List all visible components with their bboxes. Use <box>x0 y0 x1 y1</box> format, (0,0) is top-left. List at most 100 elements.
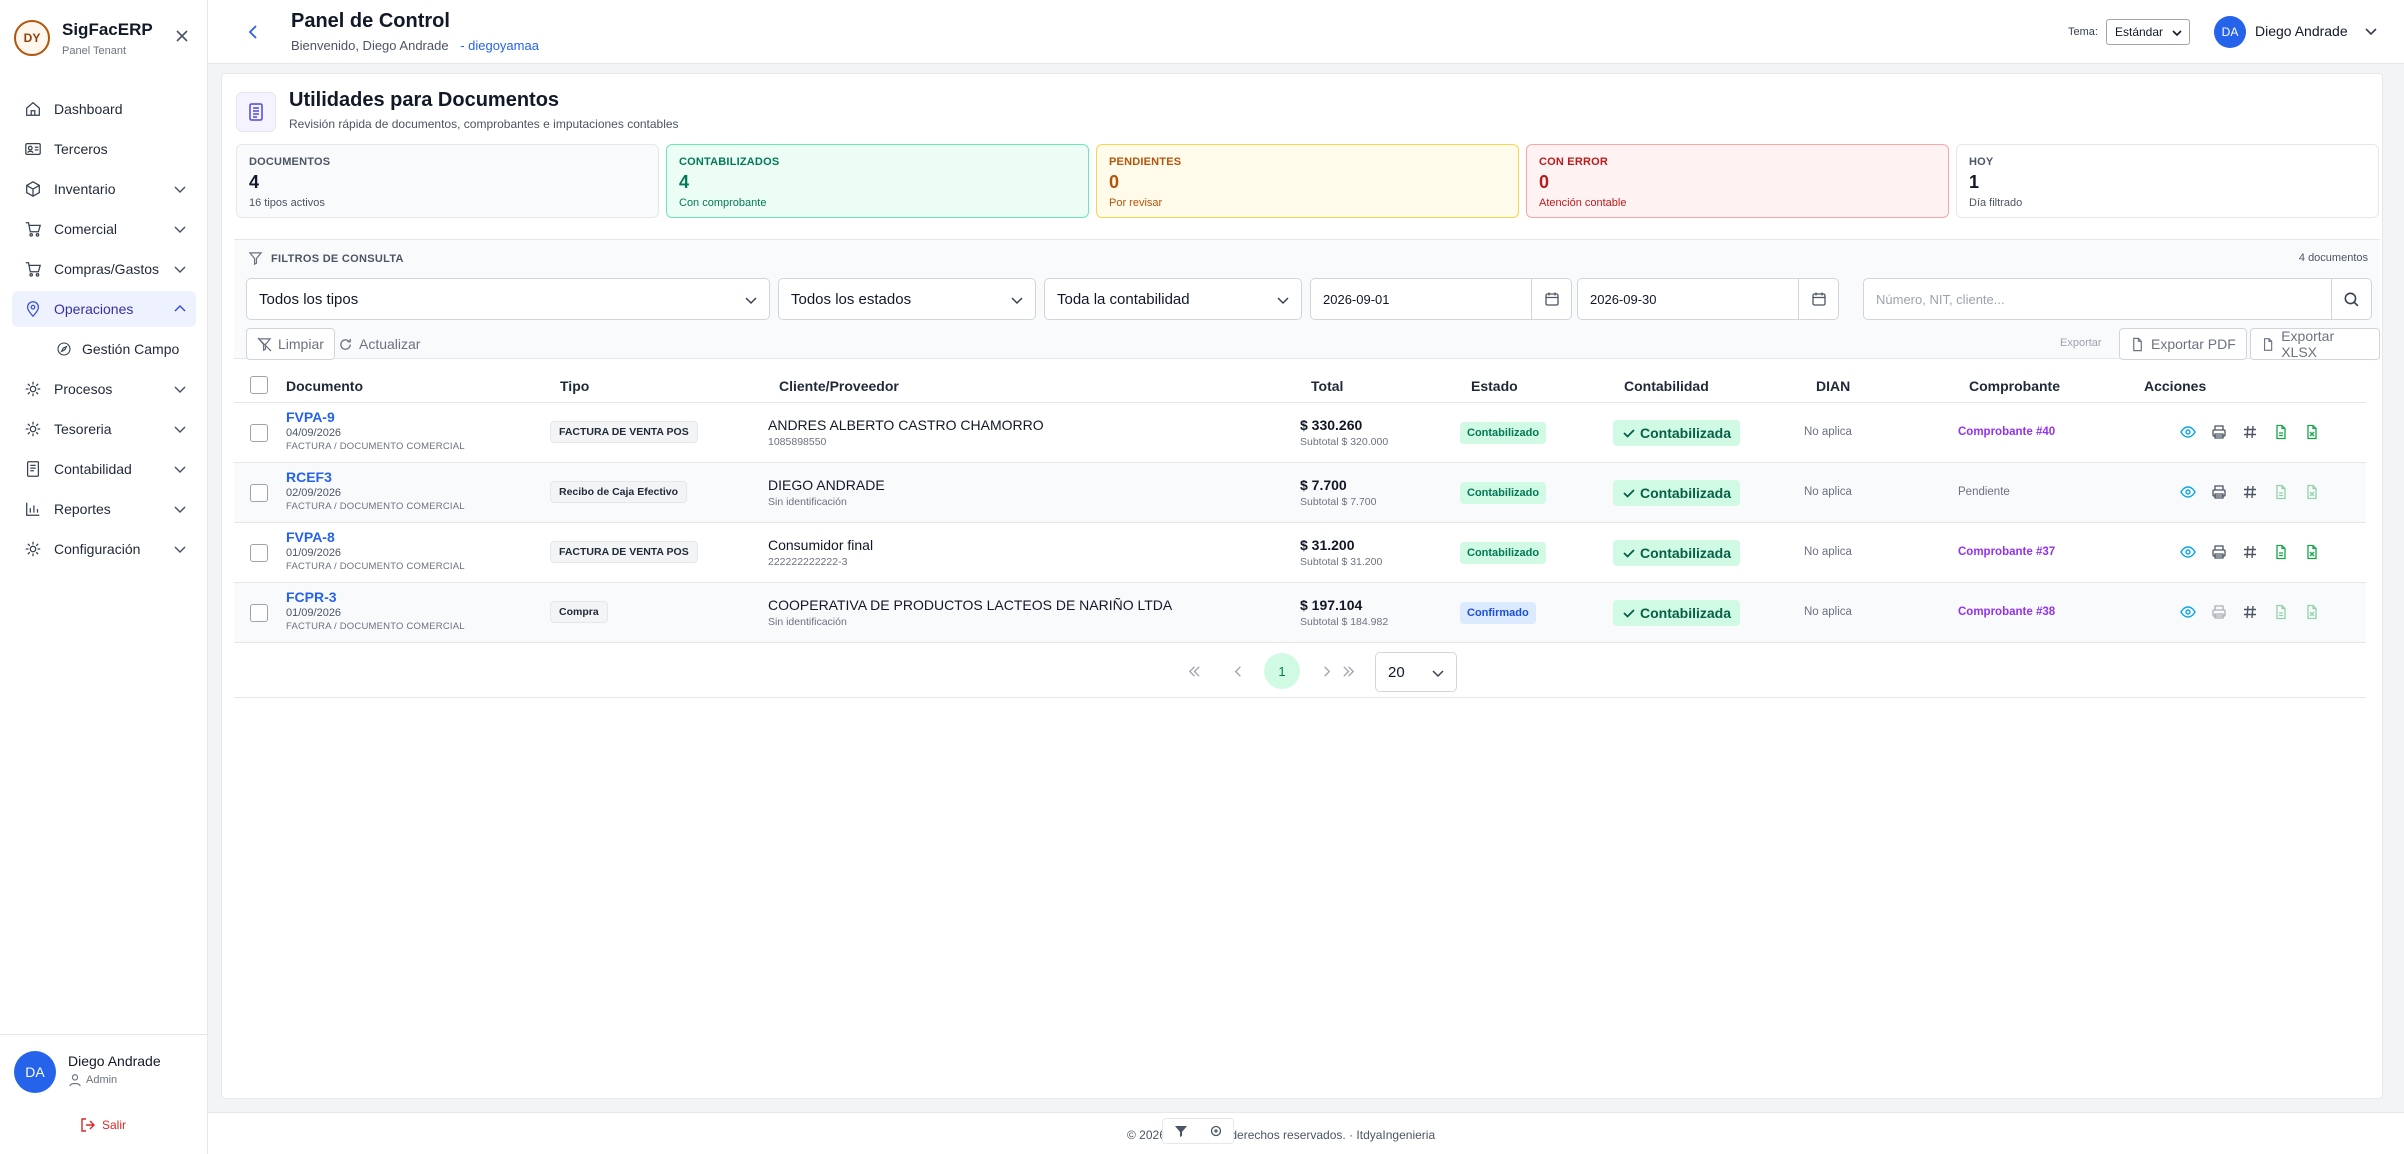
sidebar-item-label: Configuración <box>54 541 141 557</box>
clear-filters-button[interactable]: Limpiar <box>246 328 335 360</box>
document-date: 01/09/2026 <box>286 607 342 619</box>
sidebar-item-terceros[interactable]: Terceros <box>12 131 196 167</box>
row-checkbox[interactable] <box>250 424 268 442</box>
theme-select[interactable]: Estándar <box>2106 19 2190 45</box>
user-menu-name[interactable]: Diego Andrade <box>2255 23 2348 39</box>
table-row[interactable]: FVPA-9 04/09/2026 FACTURA / DOCUMENTO CO… <box>234 403 2366 463</box>
first-page-icon[interactable] <box>1176 653 1212 689</box>
hash-icon[interactable] <box>2242 544 2260 562</box>
xlsx-file-icon[interactable] <box>2304 424 2322 442</box>
table-row[interactable]: FCPR-3 01/09/2026 FACTURA / DOCUMENTO CO… <box>234 583 2366 643</box>
avatar[interactable]: DA <box>14 1051 56 1093</box>
close-sidebar-icon[interactable] <box>172 26 192 46</box>
row-actions <box>2180 544 2317 562</box>
document-number-link[interactable]: RCEF3 <box>286 469 332 485</box>
document-number-link[interactable]: FCPR-3 <box>286 589 337 605</box>
sidebar-item-contabilidad[interactable]: Contabilidad <box>12 451 196 487</box>
hash-icon[interactable] <box>2242 484 2260 502</box>
view-icon[interactable] <box>2180 424 2198 442</box>
calendar-icon[interactable] <box>1798 279 1838 319</box>
row-checkbox[interactable] <box>250 604 268 622</box>
estado-select[interactable]: Todos los estados <box>778 278 1036 320</box>
document-number-link[interactable]: FVPA-9 <box>286 409 335 425</box>
date-from-field[interactable]: 2026-09-01 <box>1310 278 1572 320</box>
hash-icon[interactable] <box>2242 604 2260 622</box>
tipo-select[interactable]: Todos los tipos <box>246 278 770 320</box>
sidebar-item-dashboard[interactable]: Dashboard <box>12 91 196 127</box>
sidebar-item-label: Operaciones <box>54 301 134 317</box>
column-header-documento[interactable]: Documento <box>286 378 363 394</box>
pdf-file-icon[interactable] <box>2273 544 2291 562</box>
pdf-file-icon[interactable] <box>2273 604 2291 622</box>
refresh-button[interactable]: Actualizar <box>328 328 430 360</box>
last-page-icon[interactable] <box>1330 653 1366 689</box>
client-name: ANDRES ALBERTO CASTRO CHAMORRO <box>768 417 1044 433</box>
calendar-icon[interactable] <box>1531 279 1571 319</box>
column-header-cliente[interactable]: Cliente/Proveedor <box>779 378 899 394</box>
hash-icon[interactable] <box>2242 424 2260 442</box>
sidebar-item-operaciones[interactable]: Operaciones <box>12 291 196 327</box>
search-button[interactable] <box>2331 279 2371 319</box>
row-checkbox[interactable] <box>250 484 268 502</box>
export-pdf-button[interactable]: Exportar PDF <box>2119 328 2247 360</box>
sidebar-item-compras-gastos[interactable]: Compras/Gastos <box>12 251 196 287</box>
sidebar-item-label: Contabilidad <box>54 461 132 477</box>
page-size-select[interactable]: 20 <box>1375 652 1457 692</box>
pdf-file-icon[interactable] <box>2273 424 2291 442</box>
floating-toolbar <box>1162 1118 1234 1144</box>
contabilidad-select[interactable]: Toda la contabilidad <box>1044 278 1302 320</box>
filter-off-icon <box>257 337 272 351</box>
select-all-checkbox[interactable] <box>250 376 268 394</box>
sidebar-item-tesoreria[interactable]: Tesoreria <box>12 411 196 447</box>
sidebar-item-comercial[interactable]: Comercial <box>12 211 196 247</box>
prev-page-icon[interactable] <box>1220 653 1256 689</box>
print-icon[interactable] <box>2211 424 2229 442</box>
print-icon[interactable] <box>2211 604 2229 622</box>
table-row[interactable]: FVPA-8 01/09/2026 FACTURA / DOCUMENTO CO… <box>234 523 2366 583</box>
stat-desc: Con comprobante <box>679 197 767 209</box>
date-to-field[interactable]: 2026-09-30 <box>1577 278 1839 320</box>
chevron-down-icon[interactable] <box>2362 22 2380 40</box>
column-header-comprobante[interactable]: Comprobante <box>1969 378 2060 394</box>
column-header-contabilidad[interactable]: Contabilidad <box>1624 378 1709 394</box>
view-icon[interactable] <box>2180 544 2198 562</box>
print-icon[interactable] <box>2211 544 2229 562</box>
table-row[interactable]: RCEF3 02/09/2026 FACTURA / DOCUMENTO COM… <box>234 463 2366 523</box>
column-header-estado[interactable]: Estado <box>1471 378 1518 394</box>
pdf-file-icon[interactable] <box>2273 484 2291 502</box>
search-input[interactable]: Número, NIT, cliente... <box>1863 278 2372 320</box>
page-number-current[interactable]: 1 <box>1264 653 1300 689</box>
document-number-link[interactable]: FVPA-8 <box>286 529 335 545</box>
column-header-dian[interactable]: DIAN <box>1816 378 1850 394</box>
column-header-tipo[interactable]: Tipo <box>560 378 589 394</box>
xlsx-file-icon[interactable] <box>2304 484 2322 502</box>
sidebar-item-gestion-campo[interactable]: Gestión Campo <box>12 331 196 367</box>
username-link[interactable]: - diegoyamaa <box>460 38 539 53</box>
sidebar-item-procesos[interactable]: Procesos <box>12 371 196 407</box>
chevron-down-icon <box>172 421 188 437</box>
dian-status: No aplica <box>1804 486 1852 498</box>
print-icon[interactable] <box>2211 484 2229 502</box>
xlsx-file-icon[interactable] <box>2304 544 2322 562</box>
xlsx-file-icon[interactable] <box>2304 604 2322 622</box>
accounting-badge-label: Contabilizada <box>1640 425 1732 441</box>
avatar[interactable]: DA <box>2214 16 2246 48</box>
column-header-total[interactable]: Total <box>1311 378 1343 394</box>
back-icon[interactable] <box>244 22 264 42</box>
view-icon[interactable] <box>2180 484 2198 502</box>
funnel-icon[interactable] <box>1174 1124 1188 1138</box>
logout-button[interactable]: Salir <box>80 1117 126 1133</box>
view-icon[interactable] <box>2180 604 2198 622</box>
voucher-link[interactable]: Comprobante #38 <box>1958 606 2055 618</box>
voucher-link[interactable]: Comprobante #40 <box>1958 426 2055 438</box>
check-icon <box>1623 609 1635 618</box>
dian-status: No aplica <box>1804 426 1852 438</box>
filters-panel: FILTROS DE CONSULTA 4 documentos Todos l… <box>234 239 2380 360</box>
voucher-link[interactable]: Comprobante #37 <box>1958 546 2055 558</box>
sidebar-item-reportes[interactable]: Reportes <box>12 491 196 527</box>
export-xlsx-button[interactable]: Exportar XLSX <box>2250 328 2380 360</box>
crosshair-icon[interactable] <box>1209 1124 1223 1138</box>
row-checkbox[interactable] <box>250 544 268 562</box>
sidebar-item-inventario[interactable]: Inventario <box>12 171 196 207</box>
sidebar-item-configuracion[interactable]: Configuración <box>12 531 196 567</box>
